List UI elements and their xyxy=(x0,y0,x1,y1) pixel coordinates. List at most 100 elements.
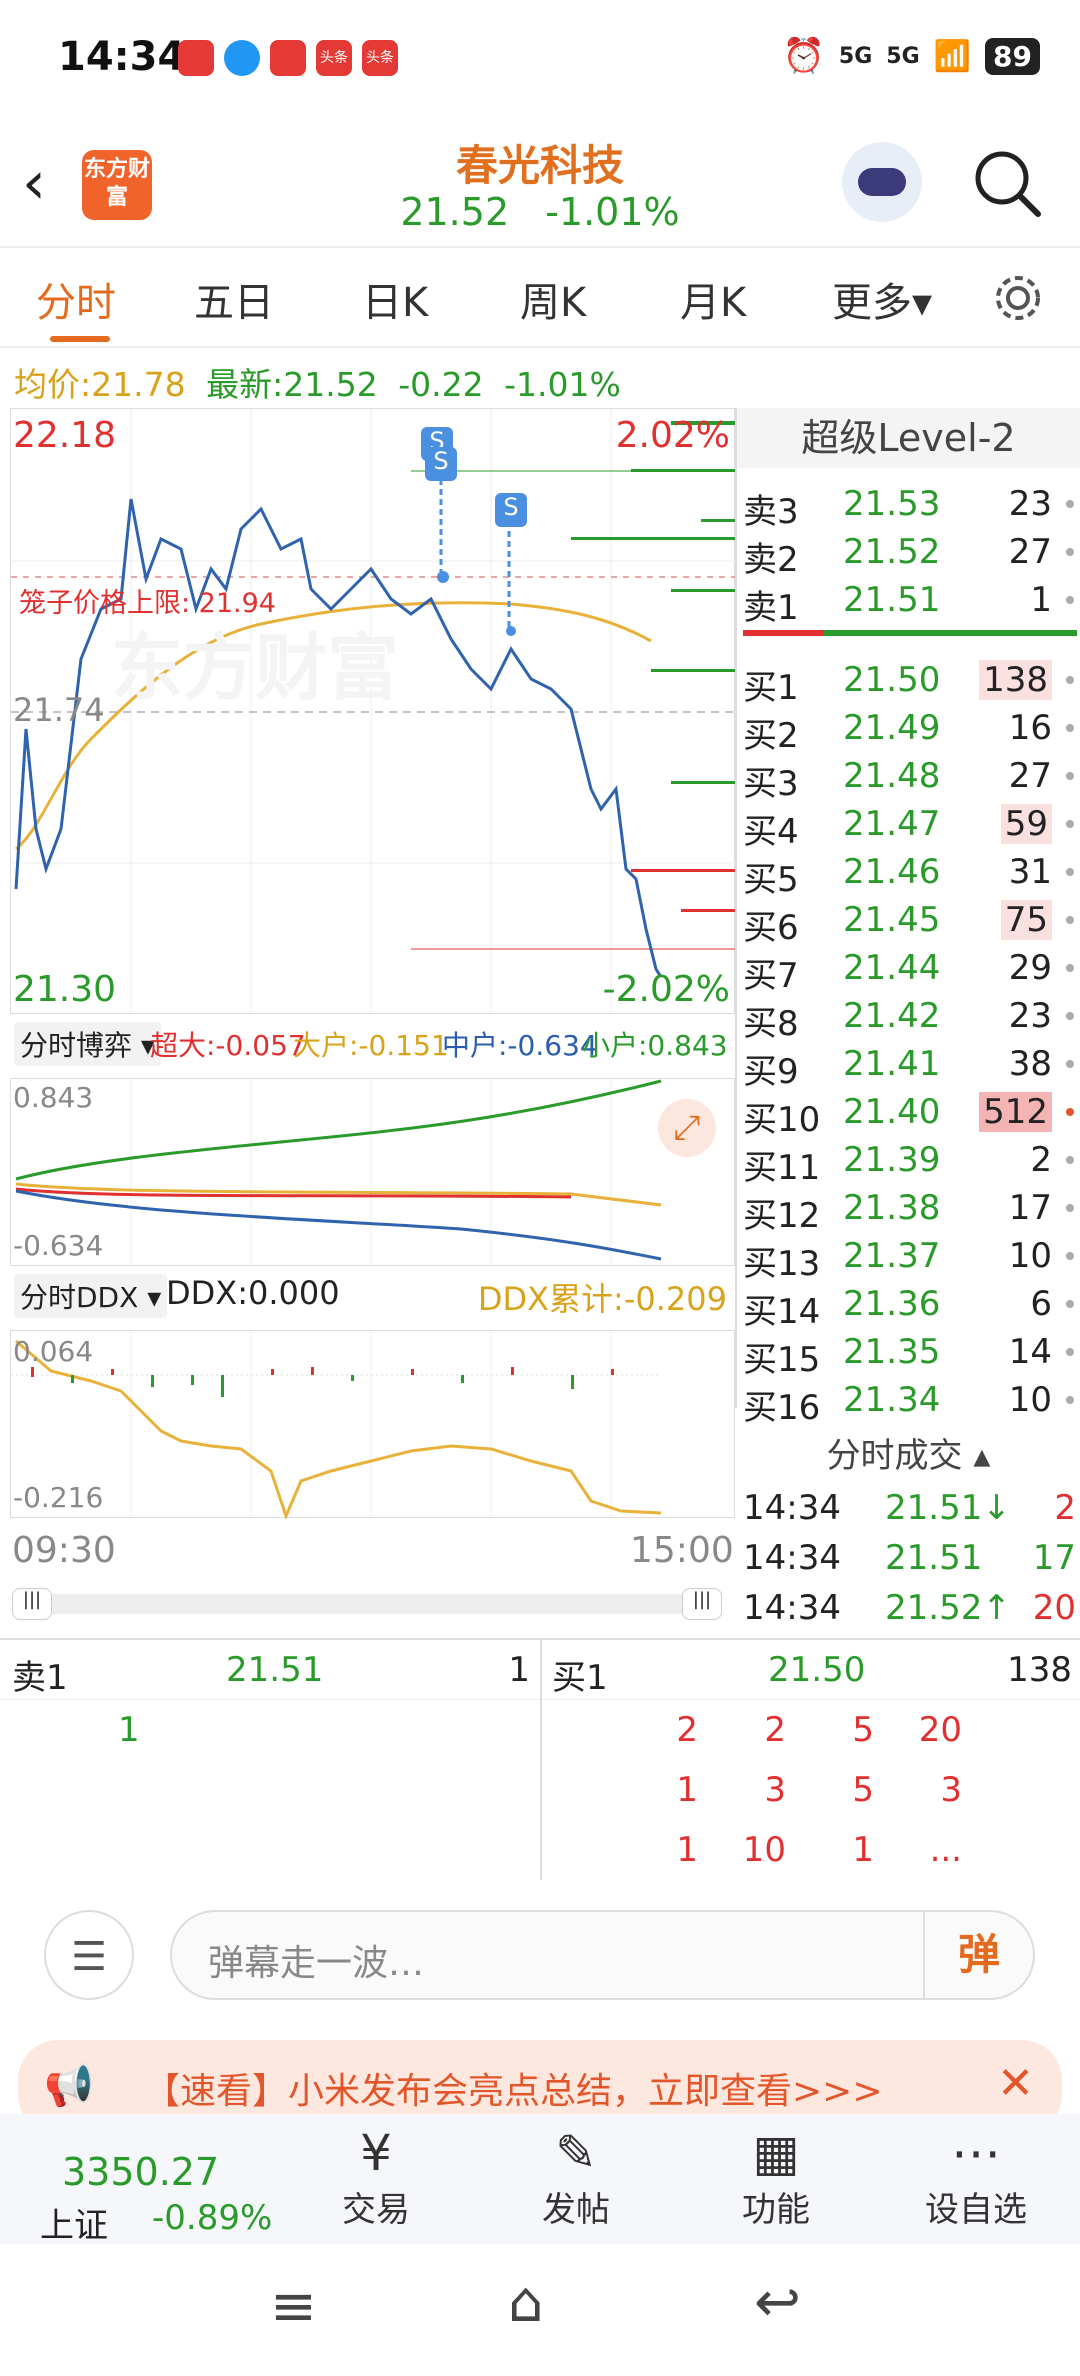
fund-flow-bottom: -0.634 xyxy=(13,1229,104,1262)
bid-row[interactable]: 买8 21.42 23 xyxy=(737,992,1080,1044)
avg-label: 均价: xyxy=(14,365,92,404)
bid-volume: 23 xyxy=(1008,996,1052,1036)
nav-functions[interactable]: ▦ 功能 xyxy=(716,2124,836,2231)
bid-row[interactable]: 买16 21.34 10 xyxy=(737,1376,1080,1428)
close-icon[interactable]: ✕ xyxy=(997,2058,1034,2109)
menu-icon[interactable]: ≡ xyxy=(270,2274,317,2339)
tab-weekly-k[interactable]: 周K xyxy=(520,270,586,328)
fund-flow-panel: 分时博弈 ▾ 超大:-0.057 大户:-0.151 中户:-0.634 小户:… xyxy=(10,1016,735,1267)
ddx-top: 0.064 xyxy=(13,1335,94,1368)
ddx-selector-label: 分时DDX xyxy=(20,1281,139,1314)
order-book: 超级Level-2 卖3 21.53 23 卖2 21.52 27 卖1 21.51 1 买1 2… xyxy=(735,408,1080,1628)
home-icon[interactable]: ⌂ xyxy=(508,2270,544,2335)
bid-volume: 138 xyxy=(979,660,1052,700)
sell-marker[interactable]: S xyxy=(495,493,527,527)
bid-row[interactable]: 买2 21.49 16 xyxy=(737,704,1080,756)
sell-queue-header: 卖1 21.51 1 xyxy=(0,1640,540,1700)
super-large-value: 超大:-0.057 xyxy=(150,1029,306,1062)
bid-price: 21.49 xyxy=(843,708,941,748)
order-dot-icon xyxy=(1066,1012,1074,1020)
status-bar: 14:34 头条 头条 ⏰ 5G 5G 📶 89 xyxy=(0,0,1080,120)
bid-row[interactable]: 买14 21.36 6 xyxy=(737,1280,1080,1332)
medium-series-line xyxy=(15,1189,662,1261)
bid-volume: 38 xyxy=(1008,1044,1052,1084)
toutiao-app-icon: 头条 xyxy=(316,40,352,76)
bid-row[interactable]: 买5 21.46 31 xyxy=(737,848,1080,900)
danmu-input[interactable]: 弹幕走一波… 弹 xyxy=(170,1910,1035,2000)
y-axis-high: 22.18 xyxy=(13,415,117,456)
tab-five-day[interactable]: 五日 xyxy=(194,270,274,328)
bid-volume: 17 xyxy=(1008,1188,1052,1228)
fund-flow-selector[interactable]: 分时博弈 ▾ xyxy=(14,1022,161,1066)
range-handle-left[interactable]: ||| xyxy=(12,1588,52,1620)
ask-row[interactable]: 卖2 21.52 27 xyxy=(737,528,1080,580)
bid-row[interactable]: 买6 21.45 75 xyxy=(737,896,1080,948)
stock-price: 21.52 xyxy=(400,190,510,234)
nav-trade[interactable]: ¥ 交易 xyxy=(316,2124,436,2231)
bid-row[interactable]: 买15 21.35 14 xyxy=(737,1328,1080,1380)
bid-row[interactable]: 买4 21.47 59 xyxy=(737,800,1080,852)
bid-label: 买11 xyxy=(743,1148,821,1188)
order-dot-icon xyxy=(1066,1348,1074,1356)
buy-queue-label: 买1 xyxy=(552,1658,608,1698)
bid-volume: 512 xyxy=(979,1092,1052,1132)
ddx-selector[interactable]: 分时DDX ▾ xyxy=(14,1274,168,1318)
time-range-scrollbar[interactable]: ||| ||| xyxy=(12,1588,722,1620)
ask-row[interactable]: 卖1 21.51 1 xyxy=(737,576,1080,628)
active-tab-indicator xyxy=(50,336,110,342)
ask-label: 卖3 xyxy=(743,492,799,532)
level2-title[interactable]: 超级Level-2 xyxy=(737,408,1080,468)
video-app-icon xyxy=(178,40,214,76)
bid-row[interactable]: 买3 21.48 27 xyxy=(737,752,1080,804)
sell-marker[interactable]: S xyxy=(425,447,457,481)
search-icon[interactable] xyxy=(972,148,1044,220)
ask-price: 21.51 xyxy=(843,580,941,620)
trade-price: 21.52↑ xyxy=(885,1588,1011,1628)
toutiao-lite-app-icon: 头条 xyxy=(362,40,398,76)
intraday-chart[interactable]: 东方财富 S S S 22.18 2.02% 21.30 -2.02% 21.7… xyxy=(10,408,736,1015)
bid-label: 买1 xyxy=(743,668,799,708)
nav-watchlist[interactable]: ⋯ 设自选 xyxy=(916,2124,1036,2231)
system-nav-bar: ≡ ⌂ ↩ xyxy=(0,2244,1080,2376)
change-pct: -1.01% xyxy=(504,365,621,404)
order-dot-icon xyxy=(1066,1204,1074,1212)
danmu-send-button[interactable]: 弹 xyxy=(923,1912,1033,1998)
order-dot-icon xyxy=(1066,1252,1074,1260)
range-handle-right[interactable]: ||| xyxy=(682,1588,722,1620)
bid-volume: 6 xyxy=(1030,1284,1052,1324)
bid-label: 买13 xyxy=(743,1244,821,1284)
trade-volume: 17 xyxy=(1032,1538,1076,1578)
ad-text: 【速看】小米发布会亮点总结，立即查看>>> xyxy=(144,2071,883,2112)
bid-row[interactable]: 买11 21.39 2 xyxy=(737,1136,1080,1188)
tab-intraday[interactable]: 分时 xyxy=(36,270,116,328)
trades-title[interactable]: 分时成交 ▴ xyxy=(737,1428,1080,1482)
tab-daily-k[interactable]: 日K xyxy=(362,270,428,328)
ask-row[interactable]: 卖3 21.53 23 xyxy=(737,480,1080,532)
back-nav-icon[interactable]: ↩ xyxy=(754,2270,801,2335)
buy-queue-header: 买1 21.50 138 xyxy=(542,1640,1080,1700)
danmu-settings-icon[interactable]: ☰ xyxy=(44,1910,134,2000)
nav-post[interactable]: ✎ 发帖 xyxy=(516,2124,636,2231)
trade-price: 21.51↓ xyxy=(885,1488,1011,1528)
small-value: 小户:0.843 xyxy=(582,1029,728,1062)
bid-volume: 27 xyxy=(1008,756,1052,796)
price-line xyxy=(14,498,663,978)
bid-row[interactable]: 买9 21.41 38 xyxy=(737,1040,1080,1092)
settings-gear-icon[interactable] xyxy=(990,270,1046,326)
bid-row[interactable]: 买1 21.50 138 xyxy=(737,656,1080,708)
tab-monthly-k[interactable]: 月K xyxy=(680,270,746,328)
order-dot-icon xyxy=(1066,548,1074,556)
robot-avatar[interactable] xyxy=(842,142,922,222)
ddx-sum-line xyxy=(15,1339,662,1521)
index-ticker[interactable]: 3350.27 上证 -0.89% xyxy=(20,2130,290,2246)
bid-row[interactable]: 买7 21.44 29 xyxy=(737,944,1080,996)
buy-queue-order: 20 xyxy=(918,1710,962,1750)
bid-row[interactable]: 买12 21.38 17 xyxy=(737,1184,1080,1236)
expand-icon[interactable]: ⤢ xyxy=(658,1099,716,1157)
bid-price: 21.39 xyxy=(843,1140,941,1180)
bid-row[interactable]: 买10 21.40 512 xyxy=(737,1088,1080,1140)
order-dot-icon xyxy=(1066,820,1074,828)
bid-row[interactable]: 买13 21.37 10 xyxy=(737,1232,1080,1284)
trade-time: 14:34 xyxy=(743,1488,841,1528)
tab-more[interactable]: 更多▾ xyxy=(832,270,932,328)
